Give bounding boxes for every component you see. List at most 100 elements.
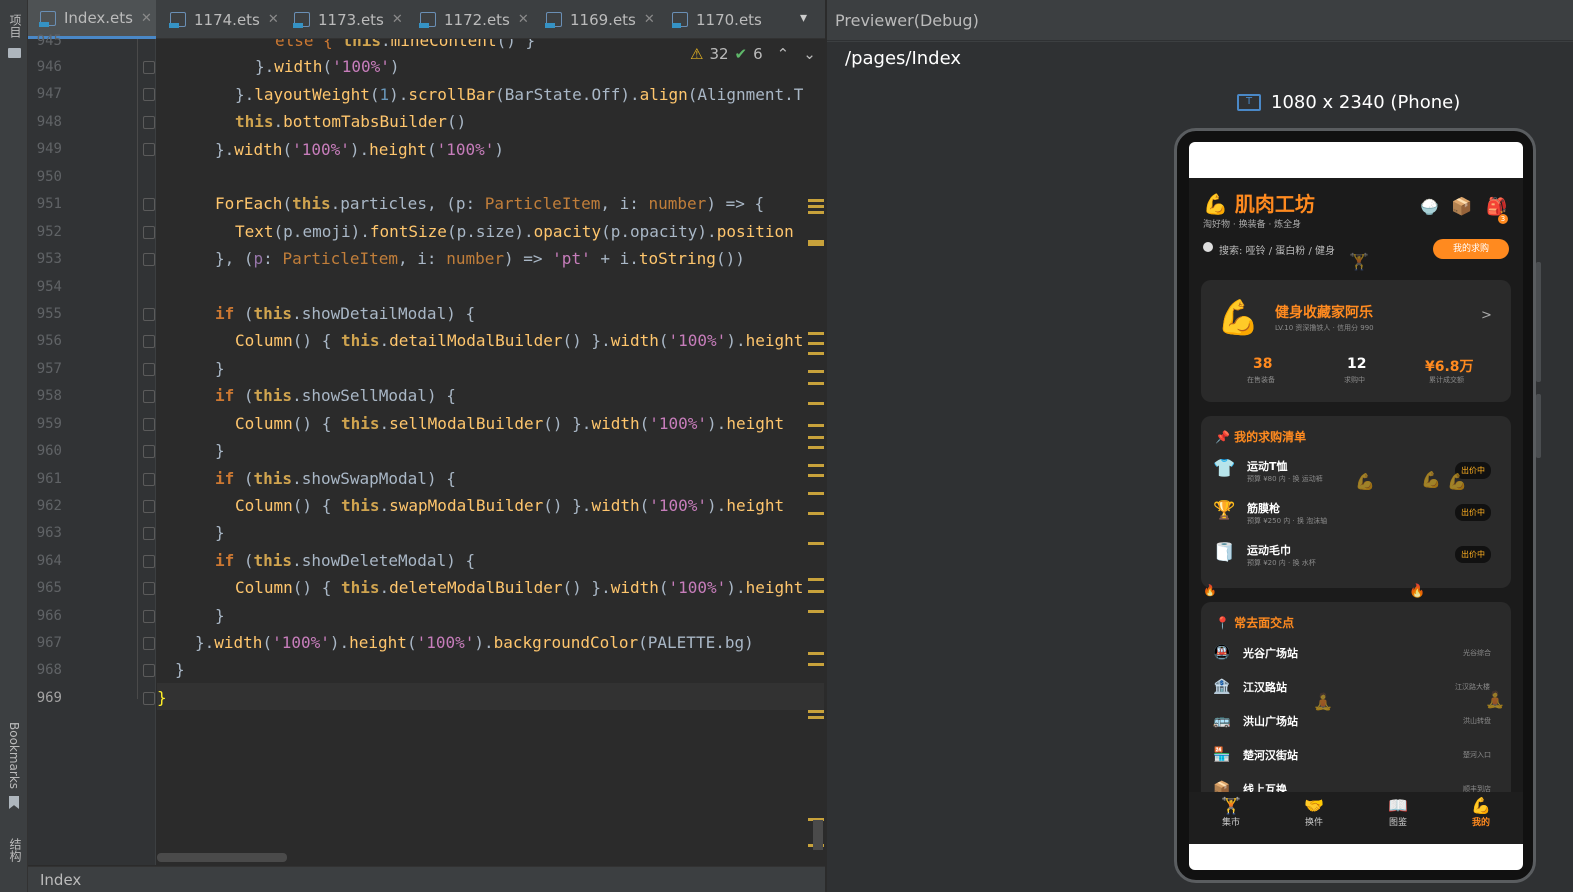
profile-card[interactable]: 💪 健身收藏家阿乐 LV.10 资深撸铁人 · 信用分 990 > 38 在售装… bbox=[1201, 280, 1511, 402]
device-selector[interactable]: T 1080 x 2340 (Phone) bbox=[1237, 92, 1460, 113]
error-stripe-marker[interactable] bbox=[808, 578, 824, 581]
list-item[interactable]: 🏆 筋膜枪 预算 ¥250 内 · 换 泡沫轴 出价中 bbox=[1201, 496, 1511, 532]
code-editor[interactable]: else { this.mineContent() } }.width('100… bbox=[157, 39, 824, 865]
chevron-right-icon[interactable]: > bbox=[1481, 308, 1492, 323]
yoga-particle-icon: 🧘 bbox=[1485, 690, 1505, 709]
error-stripe-marker[interactable] bbox=[808, 716, 824, 719]
tab-1173-ets[interactable]: 1173.ets ✕ bbox=[293, 0, 403, 39]
list-item[interactable]: 🏦 江汉路站 江汉路大楼 bbox=[1201, 676, 1511, 704]
search-input[interactable]: 搜索: 哑铃 / 蛋白粉 / 健身 bbox=[1219, 242, 1335, 257]
package-icon[interactable]: 📦 bbox=[1451, 197, 1472, 217]
error-stripe-marker[interactable] bbox=[808, 710, 824, 713]
tab-mine[interactable]: 💪 我的 bbox=[1461, 796, 1501, 828]
error-stripe-marker[interactable] bbox=[808, 352, 824, 355]
spot-name: 洪山广场站 bbox=[1243, 715, 1298, 728]
tab-1172-ets[interactable]: 1172.ets ✕ bbox=[419, 0, 529, 39]
error-stripe-marker[interactable] bbox=[808, 590, 824, 593]
error-stripe-marker[interactable] bbox=[808, 240, 824, 246]
list-item[interactable]: 🏪 楚河汉街站 楚河入口 bbox=[1201, 744, 1511, 772]
phone-screen[interactable]: 💪 肌肉工坊 淘好物 · 换装备 · 炼全身 🍚 📦 🎒 3 搜索: 哑铃 / … bbox=[1189, 142, 1523, 870]
fold-marker-icon[interactable] bbox=[143, 527, 155, 540]
fold-marker-icon[interactable] bbox=[143, 253, 155, 266]
fold-marker-icon[interactable] bbox=[143, 664, 155, 677]
previewer-panel: Previewer(Debug) /pages/Index T 1080 x 2… bbox=[826, 0, 1573, 892]
close-icon[interactable]: ✕ bbox=[644, 12, 655, 27]
location-pin-icon: 📍 bbox=[1215, 616, 1230, 630]
fold-marker-icon[interactable] bbox=[143, 637, 155, 650]
line-number: 948 bbox=[36, 114, 62, 130]
breadcrumb-item[interactable]: Index bbox=[40, 871, 81, 889]
close-icon[interactable]: ✕ bbox=[141, 11, 152, 26]
chevron-down-icon[interactable]: ▾ bbox=[800, 10, 807, 26]
fold-marker-icon[interactable] bbox=[143, 555, 155, 568]
error-stripe-marker[interactable] bbox=[808, 370, 824, 373]
fold-marker-icon[interactable] bbox=[143, 610, 155, 623]
line-number: 969 bbox=[36, 690, 62, 706]
vertical-scrollbar[interactable] bbox=[813, 820, 823, 850]
wishlist-card: 📌 我的求购清单 👕 运动T恤 预算 ¥80 内 · 换 运动裤 出价中 🏆 筋… bbox=[1201, 416, 1511, 588]
fold-marker-icon[interactable] bbox=[143, 143, 155, 156]
error-stripe-marker[interactable] bbox=[808, 211, 824, 214]
error-stripe-marker[interactable] bbox=[808, 342, 824, 345]
error-stripe-marker[interactable] bbox=[808, 542, 824, 545]
chevron-up-icon[interactable]: ⌃ bbox=[777, 45, 790, 63]
fold-marker-icon[interactable] bbox=[143, 226, 155, 239]
bookmarks-tool-tab[interactable]: Bookmarks bbox=[7, 722, 21, 789]
fold-marker-icon[interactable] bbox=[143, 418, 155, 431]
error-stripe-marker[interactable] bbox=[808, 436, 824, 439]
fold-marker-icon[interactable] bbox=[143, 390, 155, 403]
wish-button[interactable]: 我的求购 bbox=[1433, 239, 1509, 259]
close-icon[interactable]: ✕ bbox=[518, 12, 529, 27]
tab-market[interactable]: 🏋 集市 bbox=[1211, 796, 1251, 828]
list-item[interactable]: 🚌 洪山广场站 洪山转盘 bbox=[1201, 710, 1511, 738]
folder-icon[interactable] bbox=[8, 48, 21, 58]
structure-tool-tab[interactable]: 结构 bbox=[7, 838, 24, 862]
error-stripe-marker[interactable] bbox=[808, 446, 824, 449]
error-stripe-marker[interactable] bbox=[808, 652, 824, 655]
fold-marker-icon[interactable] bbox=[143, 308, 155, 321]
rice-icon[interactable]: 🍚 bbox=[1420, 198, 1439, 216]
editor-tab-bar: Index.ets ✕ 1174.ets ✕ 1173.ets ✕ 1172.e… bbox=[28, 0, 837, 39]
fold-marker-icon[interactable] bbox=[143, 61, 155, 74]
error-stripe-marker[interactable] bbox=[808, 464, 824, 467]
fold-marker-icon[interactable] bbox=[143, 198, 155, 211]
error-stripe-marker[interactable] bbox=[808, 332, 824, 335]
close-icon[interactable]: ✕ bbox=[268, 12, 279, 27]
tab-1174-ets[interactable]: 1174.ets ✕ bbox=[168, 0, 279, 39]
fold-marker-icon[interactable] bbox=[143, 116, 155, 129]
tab-catalog[interactable]: 📖 图鉴 bbox=[1378, 796, 1418, 828]
fold-marker-icon[interactable] bbox=[143, 445, 155, 458]
list-item[interactable]: 🚇 光谷广场站 光谷综合 bbox=[1201, 642, 1511, 670]
error-stripe-marker[interactable] bbox=[808, 492, 824, 495]
tab-1170-ets[interactable]: 1170.ets bbox=[672, 0, 764, 39]
error-stripe-marker[interactable] bbox=[808, 205, 824, 208]
close-icon[interactable]: ✕ bbox=[392, 12, 403, 27]
tab-1169-ets[interactable]: 1169.ets ✕ bbox=[545, 0, 655, 39]
line-number: 964 bbox=[36, 553, 62, 569]
fold-marker-icon[interactable] bbox=[143, 88, 155, 101]
bookmark-icon[interactable] bbox=[9, 796, 19, 809]
error-stripe-marker[interactable] bbox=[808, 512, 824, 515]
tab-swap[interactable]: 🤝 换件 bbox=[1294, 796, 1334, 828]
muscle-particle-icon: 💪 bbox=[1355, 472, 1375, 491]
fold-marker-icon[interactable] bbox=[143, 500, 155, 513]
inspection-widget[interactable]: ⚠ 32 ✔ 6 ⌃ ⌄ bbox=[690, 45, 816, 63]
yoga-particle-icon: 🧘 bbox=[1313, 692, 1333, 711]
fold-marker-icon[interactable] bbox=[143, 335, 155, 348]
fold-marker-icon[interactable] bbox=[143, 363, 155, 376]
project-tool-tab[interactable]: 项目 bbox=[7, 14, 24, 38]
code-line-960: } bbox=[215, 441, 225, 460]
list-item[interactable]: 🧻 运动毛巾 预算 ¥20 内 · 换 水杯 出价中 bbox=[1201, 538, 1511, 574]
error-stripe-marker[interactable] bbox=[808, 610, 824, 613]
error-stripe-marker[interactable] bbox=[808, 663, 824, 666]
chevron-down-icon[interactable]: ⌄ bbox=[803, 45, 816, 63]
error-stripe-marker[interactable] bbox=[808, 474, 824, 477]
error-stripe-marker[interactable] bbox=[808, 382, 824, 385]
horizontal-scrollbar[interactable] bbox=[157, 853, 287, 862]
error-stripe-marker[interactable] bbox=[808, 199, 824, 202]
fold-marker-icon[interactable] bbox=[143, 473, 155, 486]
error-stripe-marker[interactable] bbox=[808, 402, 824, 405]
error-stripe-marker[interactable] bbox=[808, 424, 824, 427]
fold-marker-icon[interactable] bbox=[143, 582, 155, 595]
fold-marker-icon[interactable] bbox=[143, 692, 155, 705]
